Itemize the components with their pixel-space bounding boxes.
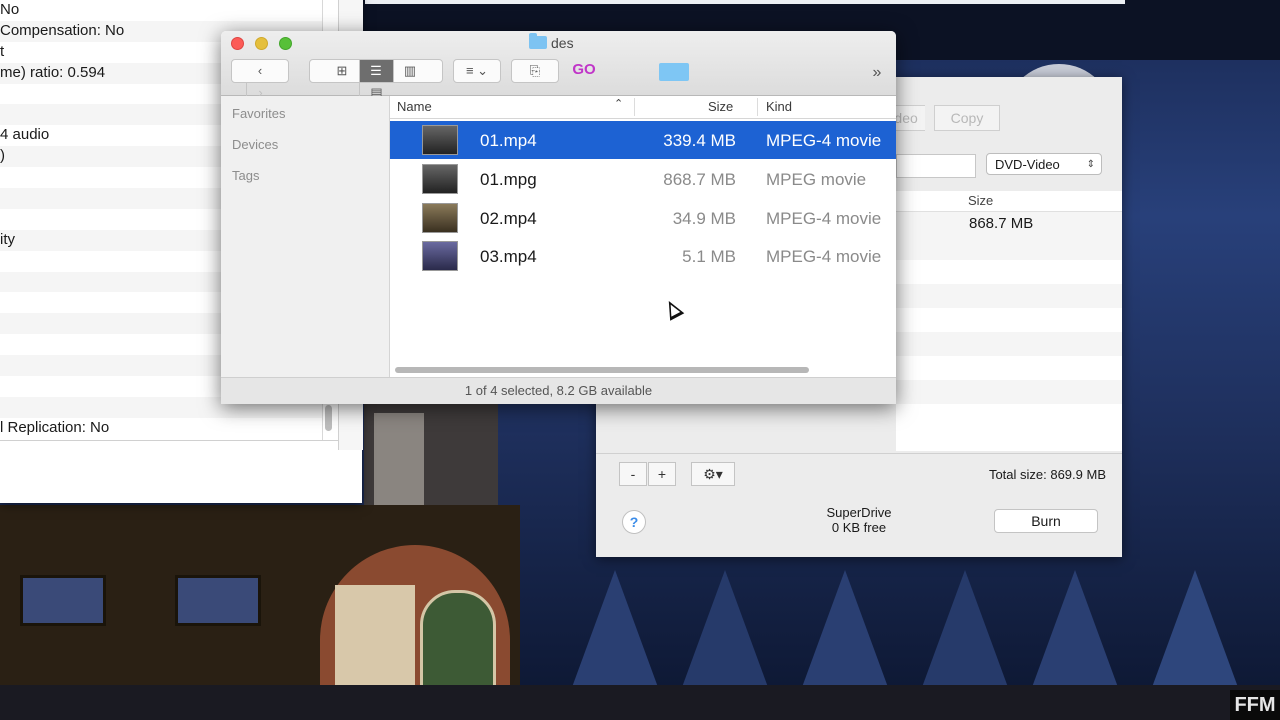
watermark-logo: FFM [1230,690,1280,720]
list-view-button[interactable]: ☰ [358,60,393,82]
window-title: des [529,33,574,51]
drive-name: SuperDrive [826,505,892,520]
new-folder-button[interactable]: ⎘ [511,59,559,83]
horizontal-scrollbar[interactable] [395,367,809,373]
background-window-edge [365,0,1125,4]
video-thumbnail-icon [422,203,458,233]
file-size: 34.9 MB [672,209,736,228]
file-kind: MPEG-4 movie [766,247,882,266]
format-select-value: DVD-Video [995,157,1060,172]
toolbar-overflow-button[interactable]: » [867,62,887,86]
size-column-header[interactable]: Size [708,99,733,114]
zoom-button[interactable] [279,37,292,50]
info-footer [0,440,338,451]
burn-toolbar-divider [596,453,1122,454]
file-kind: MPEG-4 movie [766,131,882,150]
back-forward-control: ‹› [231,59,289,104]
wallpaper-ground [0,685,1280,720]
column-header: Name ⌃ Size Kind [390,96,896,119]
remove-button[interactable]: - [619,462,647,486]
info-row: l Replication: No [0,417,322,439]
wallpaper-building [364,403,498,508]
back-button[interactable]: ‹ [246,60,274,82]
finder-titlebar: des ‹› ⊞ ☰ ▥▤ ≡ ⌄ ⎘ GO » [221,31,896,104]
drive-info: SuperDrive 0 KB free [796,505,922,535]
minimize-button[interactable] [255,37,268,50]
file-size: 5.1 MB [682,247,736,266]
file-name: 03.mp4 [480,247,537,266]
name-column-header[interactable]: Name [397,99,432,114]
video-thumbnail-icon [422,125,458,155]
file-size: 868.7 MB [663,170,736,189]
file-row[interactable]: 03.mp4 5.1 MB MPEG-4 movie [390,237,896,275]
help-button[interactable]: ? [622,510,646,534]
file-row[interactable]: 01.mp4 339.4 MB MPEG-4 movie [390,121,896,159]
file-name: 01.mpg [480,170,537,189]
video-thumbnail-icon [422,164,458,194]
column-view-button[interactable]: ▥ [392,60,427,82]
file-row[interactable]: 01.mpg 868.7 MB MPEG movie [390,160,896,198]
add-button[interactable]: + [648,462,676,486]
kind-column-header[interactable]: Kind [766,99,792,114]
file-size: 339.4 MB [663,131,736,150]
icon-view-button[interactable]: ⊞ [326,60,359,82]
updown-arrows-icon: ⇕ [1086,159,1095,170]
disc-name-field[interactable] [896,154,976,178]
vertical-scrollbar[interactable] [325,405,332,431]
burn-row-size: 868.7 MB [969,215,1034,232]
burn-file-list: Size 868.7 MB [896,191,1122,451]
file-name: 02.mp4 [480,209,537,228]
file-name: 01.mp4 [480,131,537,150]
burn-list-row[interactable]: 868.7 MB [896,212,1122,236]
video-thumbnail-icon [422,241,458,271]
sidebar-section-favorites[interactable]: Favorites [232,106,285,121]
folder-icon [529,33,547,49]
gear-menu-button[interactable]: ⚙▾ [691,462,735,486]
burn-button[interactable]: Burn [994,509,1098,533]
sidebar-section-devices[interactable]: Devices [232,137,278,152]
finder-sidebar: Favorites Devices Tags [221,96,390,377]
file-kind: MPEG-4 movie [766,209,882,228]
file-row[interactable]: 02.mp4 34.9 MB MPEG-4 movie [390,199,896,237]
arrange-button[interactable]: ≡ ⌄ [453,59,501,83]
close-button[interactable] [231,37,244,50]
total-size-label: Total size: 869.9 MB [988,467,1106,482]
file-kind: MPEG movie [766,170,867,189]
view-mode-control: ⊞ ☰ ▥▤ [309,59,443,104]
drive-free-space: 0 KB free [831,520,887,535]
finder-status-bar: 1 of 4 selected, 8.2 GB available [221,377,896,404]
file-list: Name ⌃ Size Kind 01.mp4 339.4 MB MPEG-4 … [390,96,896,377]
info-row: No [0,0,322,21]
go-button[interactable]: GO [567,59,601,83]
format-select[interactable]: DVD-Video ⇕ [986,153,1102,175]
sidebar-section-tags[interactable]: Tags [232,168,259,183]
finder-window: des ‹› ⊞ ☰ ▥▤ ≡ ⌄ ⎘ GO » Favorites Devices… [221,31,896,404]
segment-copy[interactable]: Copy [934,105,1000,131]
sort-ascending-icon: ⌃ [614,98,624,110]
toolbar-folder-icon[interactable] [659,63,689,81]
size-column-header[interactable]: Size [968,191,993,211]
burn-list-header: Size [896,191,1122,212]
window-title-text: des [551,35,574,51]
